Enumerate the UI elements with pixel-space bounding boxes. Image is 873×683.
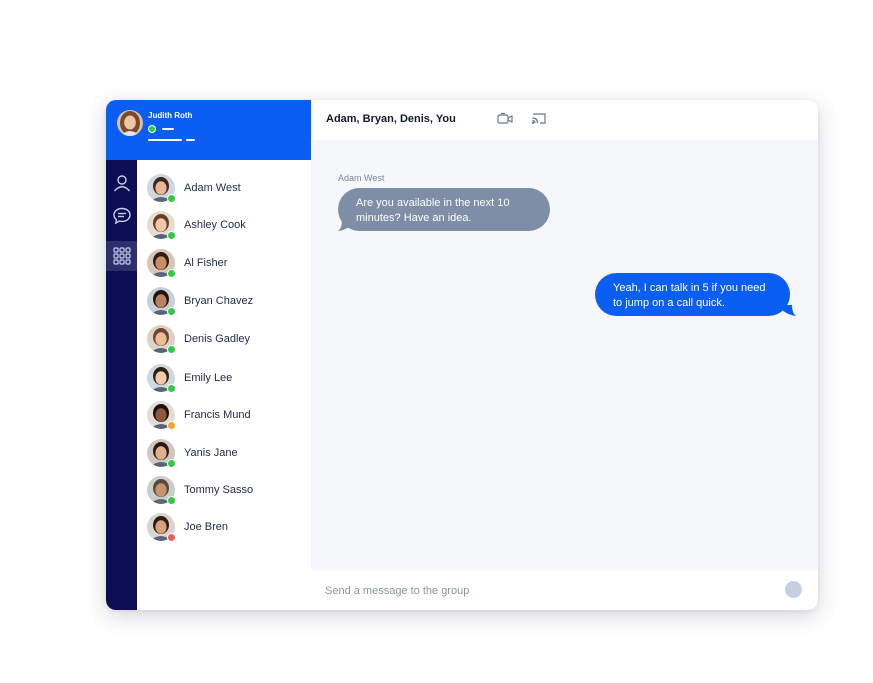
contact-item[interactable]: Yanis Jane [137, 439, 311, 471]
contact-name: Al Fisher [184, 257, 228, 269]
cast-screen-icon[interactable] [531, 112, 547, 126]
send-button[interactable] [785, 581, 802, 598]
presence-indicator [167, 533, 176, 542]
presence-indicator [167, 307, 176, 316]
current-user-name: Judith Roth [148, 111, 193, 120]
nav-rail [106, 160, 137, 610]
contact-name: Ashley Cook [184, 219, 246, 231]
nav-apps-button[interactable] [106, 241, 137, 271]
chat-header: Adam, Bryan, Denis, You [311, 100, 818, 140]
status-placeholder-line [162, 128, 174, 130]
presence-indicator [167, 384, 176, 393]
current-user-avatar[interactable] [117, 110, 143, 136]
nav-messages-button[interactable] [106, 201, 137, 231]
contact-item[interactable]: Adam West [137, 174, 311, 206]
video-call-icon[interactable] [497, 112, 513, 126]
contact-name: Emily Lee [184, 372, 233, 384]
contact-name: Bryan Chavez [184, 295, 254, 307]
contact-name: Adam West [184, 182, 241, 194]
presence-indicator [167, 194, 176, 203]
contact-list: Adam West Ashley Cook Al Fisher Bryan Chave… [137, 160, 311, 610]
message-composer [311, 570, 818, 610]
contact-item[interactable]: Tommy Sasso [137, 476, 311, 508]
person-icon [113, 175, 130, 192]
contact-item[interactable]: Joe Bren [137, 513, 311, 545]
presence-indicator [167, 345, 176, 354]
contact-item[interactable]: Al Fisher [137, 249, 311, 281]
contact-name: Yanis Jane [184, 447, 238, 459]
grid-apps-icon [112, 247, 131, 265]
status-placeholder-line [186, 139, 195, 141]
presence-indicator [167, 269, 176, 278]
message-thread: Adam West Are you available in the next … [311, 140, 818, 570]
contact-item[interactable]: Ashley Cook [137, 211, 311, 243]
message-sender: Adam West [338, 173, 385, 183]
message-input[interactable] [323, 582, 767, 600]
presence-indicator [167, 231, 176, 240]
presence-indicator [167, 459, 176, 468]
contact-item[interactable]: Denis Gadley [137, 325, 311, 357]
current-user-status-dot [148, 125, 156, 133]
incoming-message-bubble: Are you available in the next 10 minutes… [338, 188, 550, 231]
nav-contacts-button[interactable] [106, 168, 137, 198]
chat-bubble-icon [112, 207, 131, 225]
contact-name: Francis Mund [184, 409, 251, 421]
contact-name: Denis Gadley [184, 333, 251, 345]
presence-indicator [167, 496, 176, 505]
current-user-header[interactable]: Judith Roth [106, 100, 311, 160]
status-placeholder-line [148, 139, 182, 141]
contact-name: Tommy Sasso [184, 484, 254, 496]
contact-item[interactable]: Bryan Chavez [137, 287, 311, 319]
presence-indicator [167, 421, 176, 430]
outgoing-message-bubble: Yeah, I can talk in 5 if you need to jum… [595, 273, 790, 316]
contact-item[interactable]: Francis Mund [137, 401, 311, 433]
contact-name: Joe Bren [184, 521, 229, 533]
chat-app-window: Judith Roth Adam West Ashley Cook Al Fis… [106, 100, 818, 610]
chat-title: Adam, Bryan, Denis, You [326, 113, 456, 125]
contact-item[interactable]: Emily Lee [137, 364, 311, 396]
